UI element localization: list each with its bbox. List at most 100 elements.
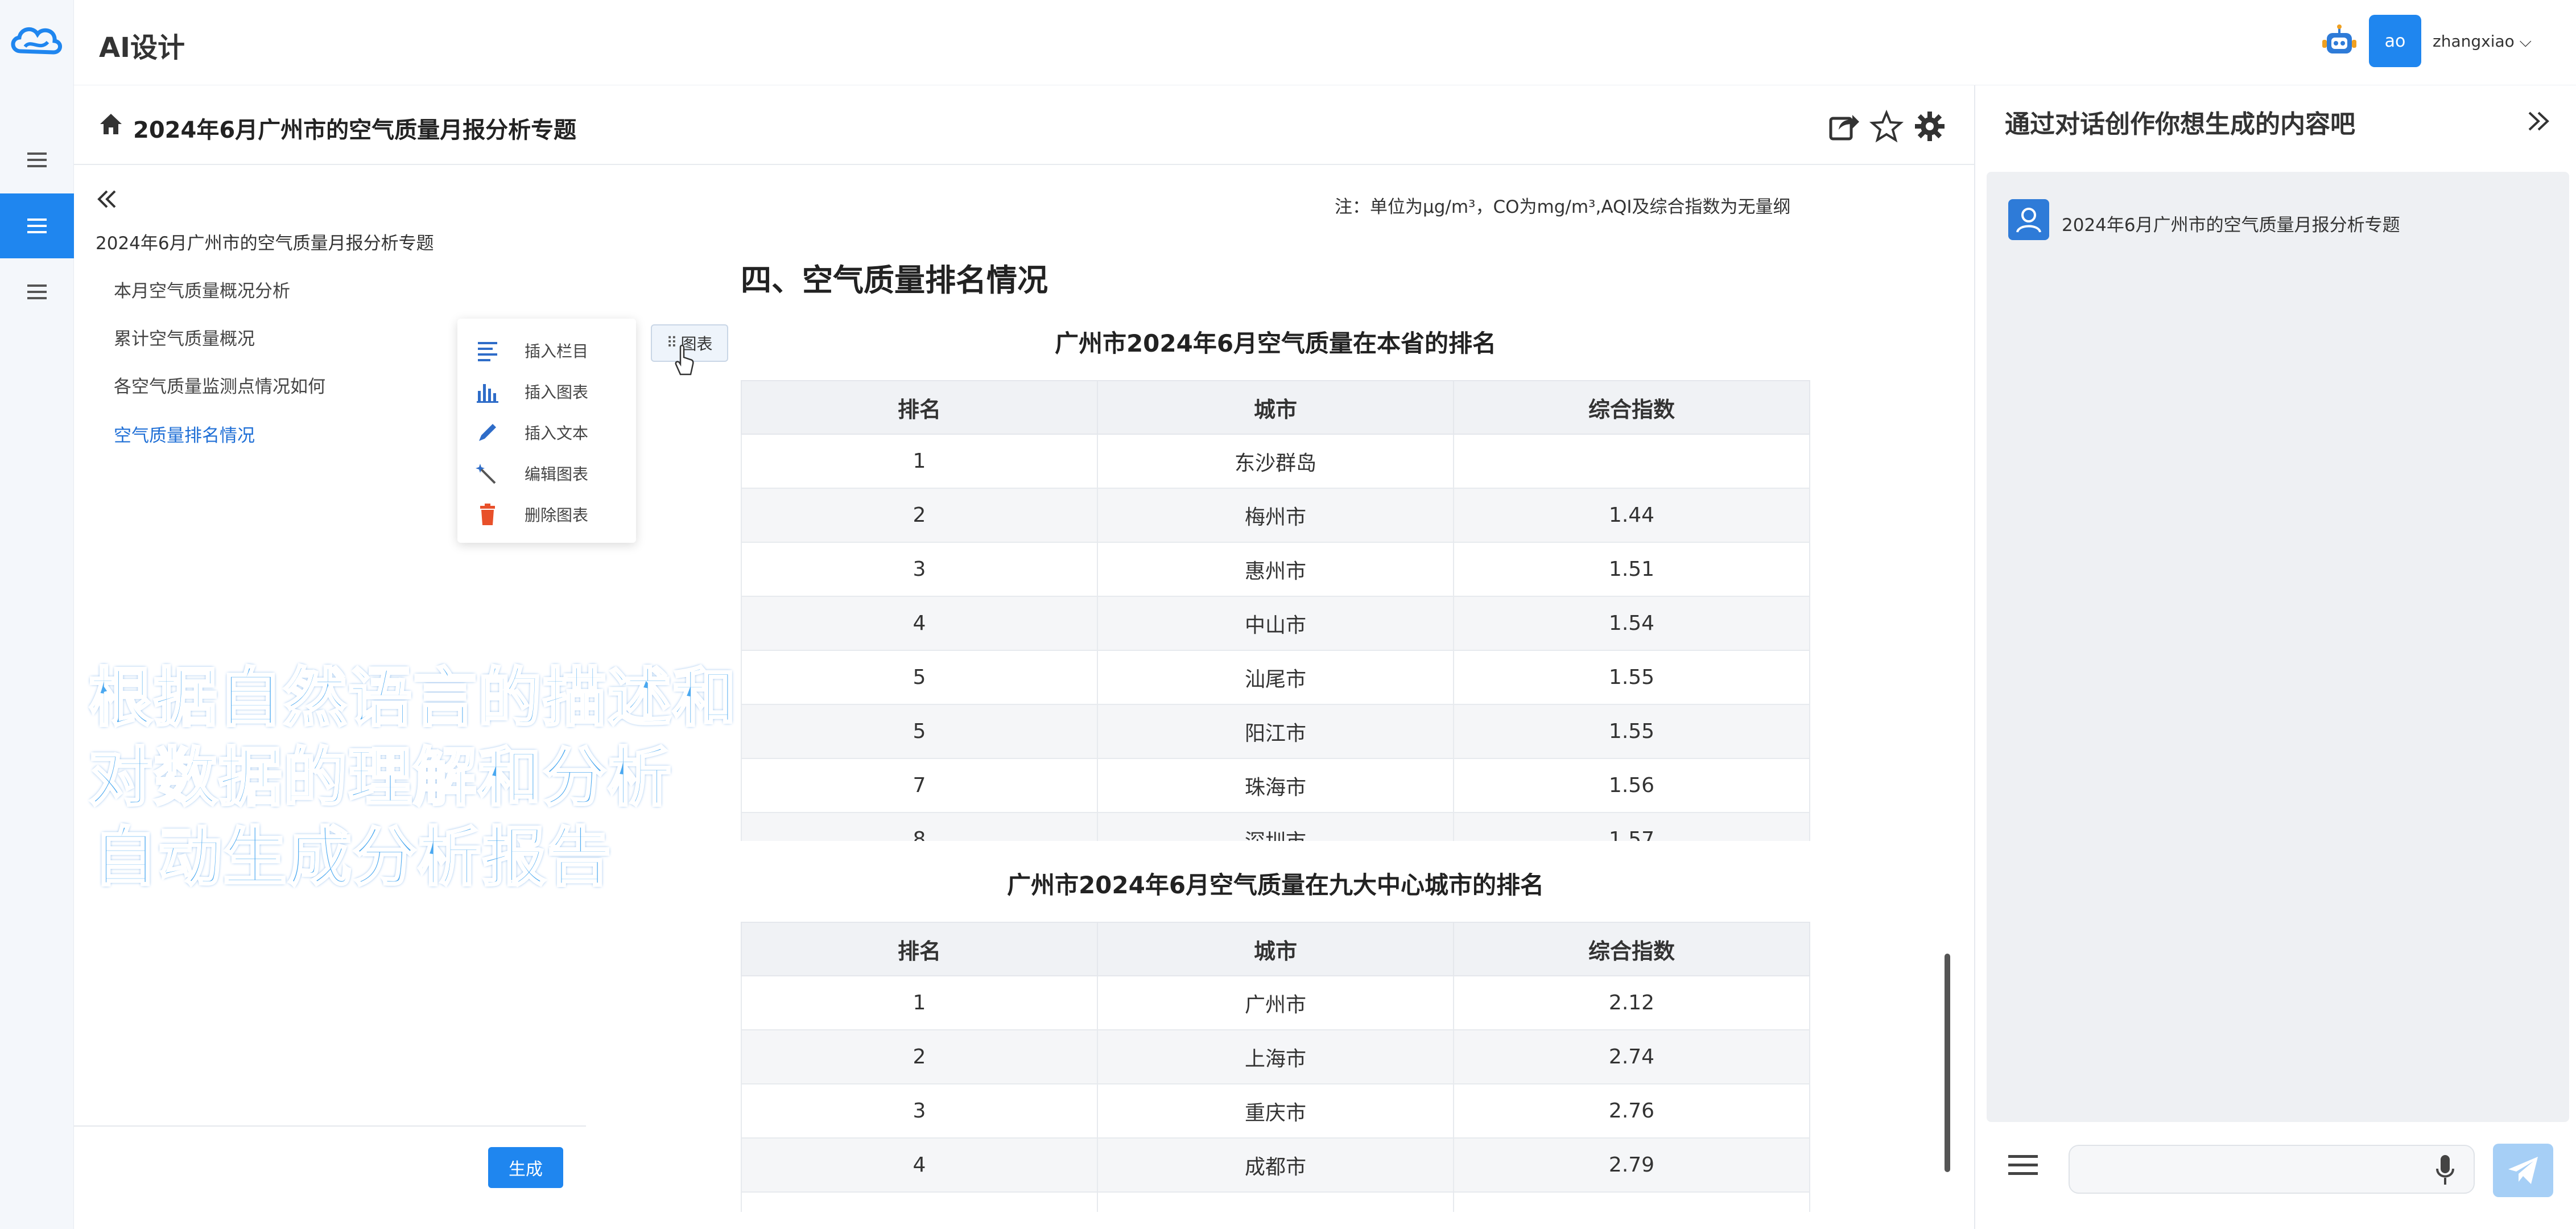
microphone-icon[interactable] <box>2434 1153 2457 1187</box>
table-cell: 1.55 <box>1453 704 1810 759</box>
rail-menu-button-2[interactable] <box>0 193 74 258</box>
table-cell <box>1453 1191 1810 1212</box>
bar-chart-icon <box>477 384 498 403</box>
table-row: 5 汕尾市 1.55 <box>741 650 1810 705</box>
rail-menu-button-1[interactable] <box>0 127 74 192</box>
robot-assistant-icon[interactable] <box>2321 24 2358 60</box>
table-row: 4 成都市 2.79 <box>741 1137 1810 1193</box>
menu-icon <box>27 284 47 299</box>
table-cell: 3 <box>741 542 1098 597</box>
menu-icon[interactable] <box>2006 1150 2040 1180</box>
edit-chart-item[interactable]: 编辑图表 <box>476 456 629 490</box>
table-cell <box>741 1191 1098 1212</box>
table-row: 7 珠海市 1.56 <box>741 758 1810 813</box>
collapse-right-icon[interactable] <box>2524 108 2552 134</box>
trash-icon <box>480 504 495 525</box>
insert-chart-item[interactable]: 插入图表 <box>476 374 629 409</box>
table-cell: 5 <box>741 650 1098 705</box>
home-icon[interactable] <box>98 112 124 137</box>
text-lines-icon <box>478 342 497 361</box>
table-cell: 1.55 <box>1453 650 1810 705</box>
table-row: 2 上海市 2.74 <box>741 1029 1810 1084</box>
table-row: 3 重庆市 2.76 <box>741 1083 1810 1139</box>
star-icon[interactable] <box>1869 109 1904 143</box>
table-cell: 3 <box>741 1083 1098 1139</box>
table-cell: 东沙群岛 <box>1097 434 1454 489</box>
table-cell: 1 <box>741 434 1098 489</box>
cloud-logo-icon <box>11 27 62 55</box>
insert-text-item[interactable]: 插入文本 <box>476 415 629 449</box>
share-icon[interactable] <box>1826 109 1860 143</box>
outline-item-active[interactable]: 空气质量排名情况 <box>114 421 255 447</box>
table-row <box>741 1191 1810 1212</box>
left-rail <box>0 0 74 1229</box>
table-cell: 广州市 <box>1097 975 1454 1030</box>
column-header: 城市 <box>1097 922 1454 976</box>
outline-item[interactable]: 各空气质量监测点情况如何 <box>114 372 325 398</box>
outline-root[interactable]: 2024年6月广州市的空气质量月报分析专题 <box>96 229 434 254</box>
table-cell: 阳江市 <box>1097 704 1454 759</box>
user-menu[interactable]: zhangxiao ⌵ <box>2433 32 2532 51</box>
table-cell: 1.57 <box>1453 812 1810 841</box>
overlay-caption-line: 根据自然语言的描述和 <box>88 660 737 736</box>
table-cell: 2.79 <box>1453 1137 1810 1193</box>
table-cell: 珠海市 <box>1097 758 1454 813</box>
insert-section-item[interactable]: 插入栏目 <box>476 333 629 368</box>
table-row: 1 广州市 2.12 <box>741 975 1810 1030</box>
column-header: 排名 <box>741 380 1098 435</box>
generate-button[interactable]: 生成 <box>488 1147 563 1188</box>
chat-input[interactable] <box>2069 1145 2475 1194</box>
context-menu: 插入栏目 插入图表 插入文本 编辑图表 删除图表 <box>457 319 636 543</box>
table-cell: 梅州市 <box>1097 488 1454 543</box>
pencil-icon <box>479 424 496 441</box>
gear-icon[interactable] <box>1913 109 1947 143</box>
table-cell: 2 <box>741 488 1098 543</box>
table-cell: 1.54 <box>1453 596 1810 651</box>
page-title: 2024年6月广州市的空气质量月报分析专题 <box>133 117 577 143</box>
table-title: 广州市2024年6月空气质量在九大中心城市的排名 <box>1006 871 1545 899</box>
app-title: AI设计 <box>99 32 185 64</box>
menu-icon <box>27 152 47 167</box>
table-title: 广州市2024年6月空气质量在本省的排名 <box>1054 329 1497 357</box>
mouse-cursor-icon <box>675 345 694 376</box>
table-cell: 上海市 <box>1097 1029 1454 1084</box>
table-cell: 2.12 <box>1453 975 1810 1030</box>
delete-chart-item[interactable]: 删除图表 <box>476 497 629 531</box>
table-cell: 深圳市 <box>1097 812 1454 841</box>
send-icon <box>2508 1157 2538 1184</box>
send-button[interactable] <box>2493 1144 2553 1197</box>
table-cell: 汕尾市 <box>1097 650 1454 705</box>
content-scrollbar[interactable] <box>1945 954 1950 1172</box>
province-ranking-table: 排名 城市 综合指数 1 东沙群岛 2 梅州市 1.44 3 惠州市 1.51 4 中山市 1.54… <box>741 380 1810 841</box>
table-cell: 1.51 <box>1453 542 1810 597</box>
table-cell: 惠州市 <box>1097 542 1454 597</box>
rail-menu-button-3[interactable] <box>0 259 74 324</box>
table-cell: 8 <box>741 812 1098 841</box>
person-icon <box>2016 208 2041 233</box>
outline-item[interactable]: 累计空气质量概况 <box>114 324 255 350</box>
top-bar: AI设计 ao zhangxiao ⌵ <box>74 0 2576 85</box>
chevron-down-icon: ⌵ <box>2519 32 2532 51</box>
table-cell: 中山市 <box>1097 596 1454 651</box>
table-cell: 2.76 <box>1453 1083 1810 1139</box>
column-header: 综合指数 <box>1453 380 1810 435</box>
outline-item[interactable]: 本月空气质量概况分析 <box>114 277 290 302</box>
table-cell: 4 <box>741 1137 1098 1193</box>
document-header: 2024年6月广州市的空气质量月报分析专题 <box>74 85 1974 165</box>
table-cell <box>1453 434 1810 489</box>
section-title: 四、空气质量排名情况 <box>741 262 1048 298</box>
column-header: 综合指数 <box>1453 922 1810 976</box>
chat-messages: 2024年6月广州市的空气质量月报分析专题 <box>1987 172 2569 1122</box>
column-header: 城市 <box>1097 380 1454 435</box>
menu-icon <box>27 218 47 233</box>
table-cell: 成都市 <box>1097 1137 1454 1193</box>
chat-panel: 通过对话创作你想生成的内容吧 2024年6月广州市的空气质量月报分析专题 <box>1974 85 2576 1229</box>
avatar[interactable]: ao <box>2369 15 2421 67</box>
table-cell: 1.56 <box>1453 758 1810 813</box>
collapse-left-icon[interactable] <box>94 188 119 211</box>
table-row: 8深圳市1.57 <box>741 812 1810 841</box>
username-label: zhangxiao <box>2433 32 2515 51</box>
table-cell: 2.74 <box>1453 1029 1810 1084</box>
column-header: 排名 <box>741 922 1098 976</box>
overlay-caption-line: 对数据的理解和分析 <box>88 740 672 816</box>
